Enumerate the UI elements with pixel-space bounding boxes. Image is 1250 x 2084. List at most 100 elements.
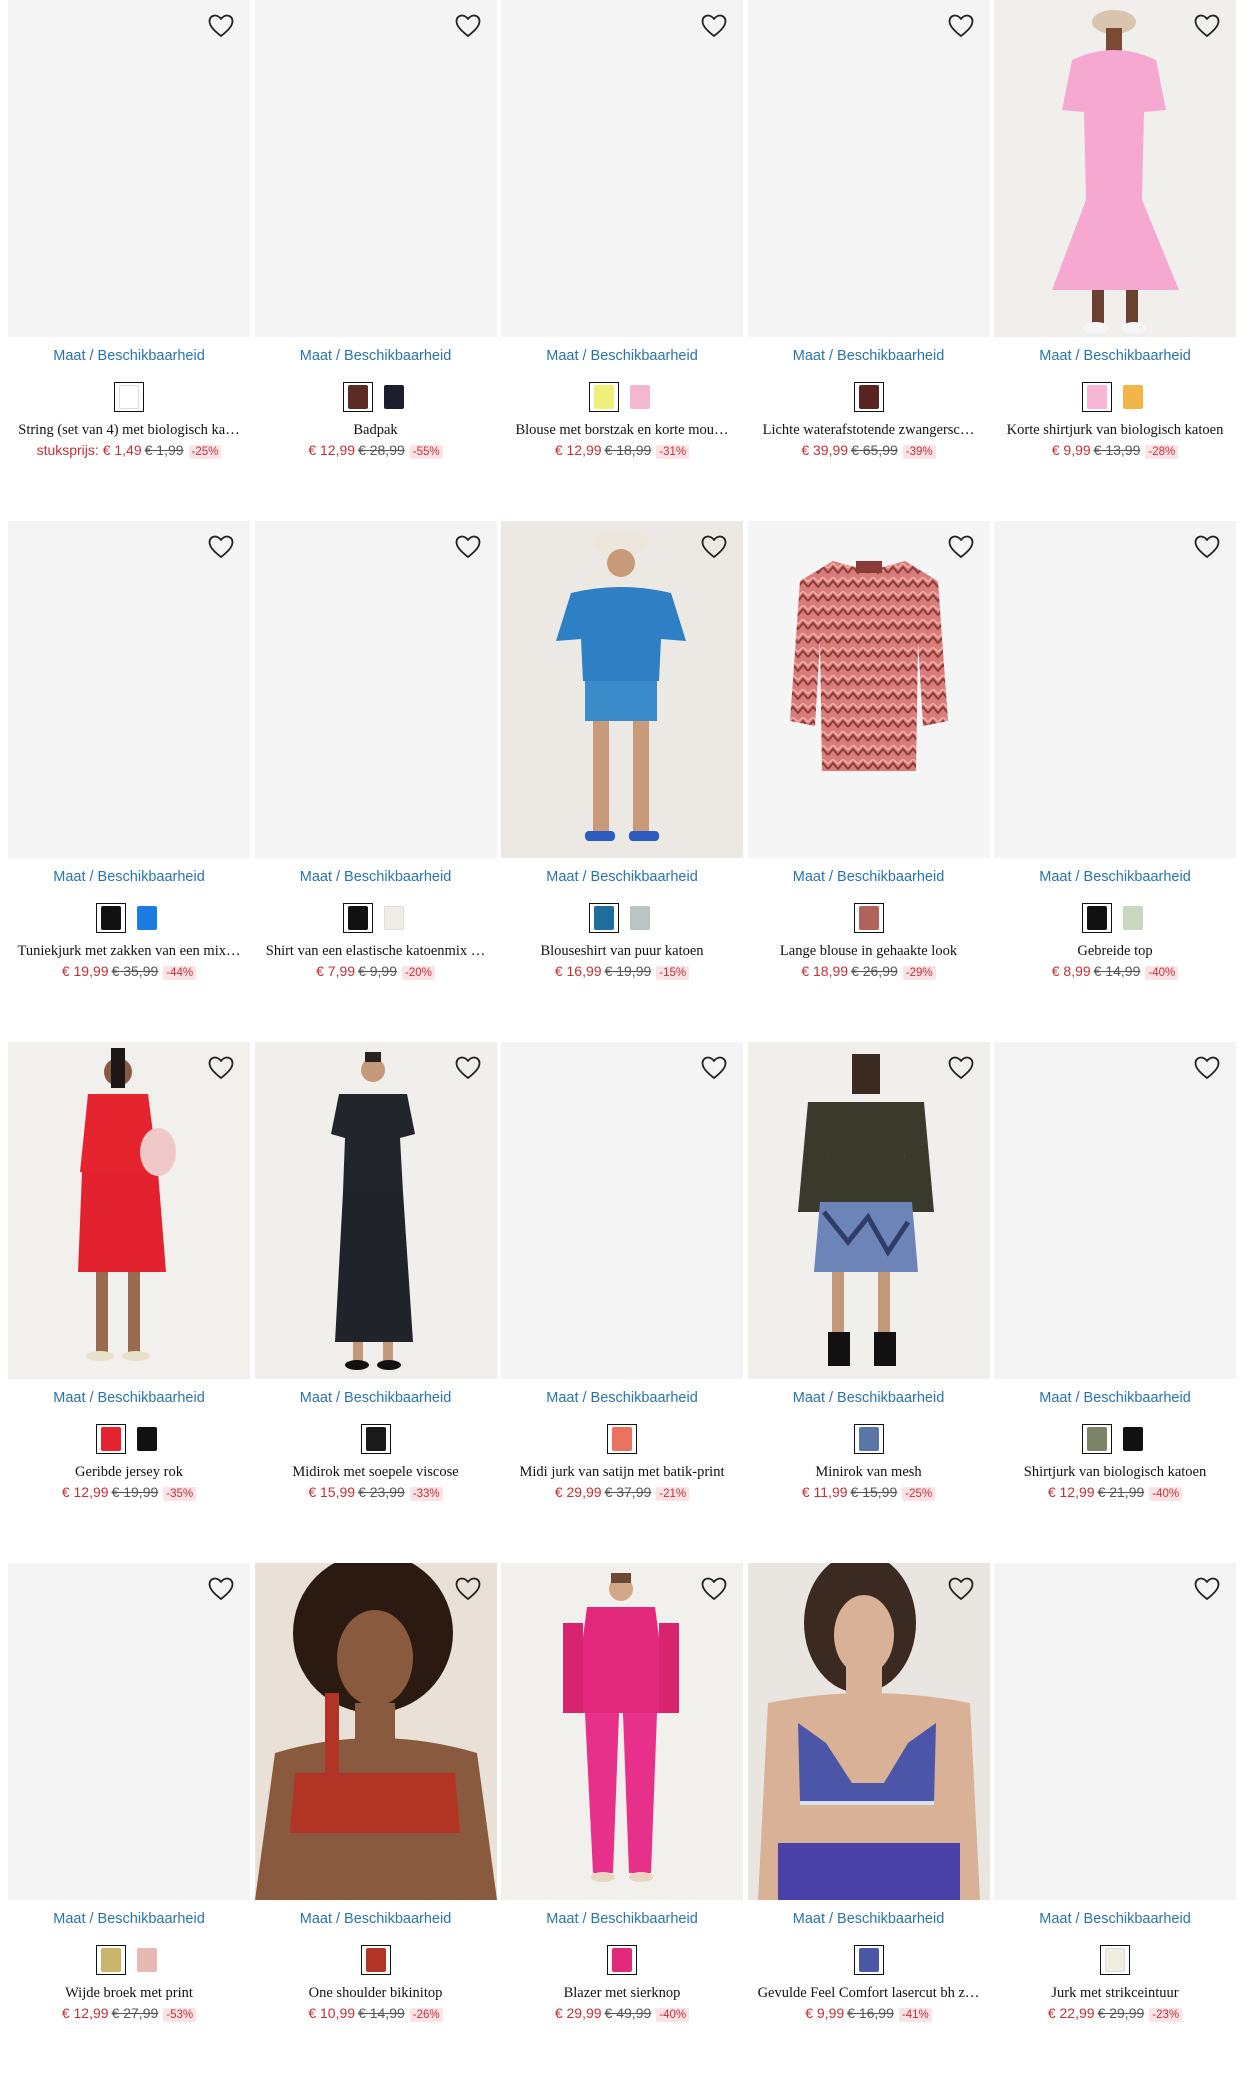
wishlist-heart-icon[interactable] [204,531,238,563]
wishlist-heart-icon[interactable] [697,1573,731,1605]
color-swatch[interactable] [379,382,409,412]
product-image[interactable] [501,1563,743,1900]
product-name[interactable]: Badpak [255,421,497,440]
product-name[interactable]: Midi jurk van satijn met batik-print [501,1463,743,1482]
product-image[interactable] [501,0,743,337]
size-availability-link[interactable]: Maat / Beschikbaarheid [255,869,497,886]
product-card[interactable]: Maat / Beschikbaarheid Gevulde Feel Comfo… [747,1563,990,2084]
product-card[interactable]: Maat / Beschikbaarheid Blazer met sierkno… [501,1563,743,2084]
product-image[interactable] [994,521,1236,858]
color-swatch[interactable] [96,903,126,933]
product-image[interactable] [747,1042,990,1379]
product-card[interactable]: Maat / Beschikbaarheid Tuniekjurk met zak… [8,521,250,1042]
color-swatch[interactable] [853,1424,884,1454]
product-card[interactable]: Maat / Beschikbaarheid Korte shirtjurk va… [994,0,1236,521]
product-name[interactable]: Blouse met borstzak en korte mou… [501,421,743,440]
size-availability-link[interactable]: Maat / Beschikbaarheid [8,1390,250,1407]
color-swatch[interactable] [342,903,373,933]
size-availability-link[interactable]: Maat / Beschikbaarheid [255,1390,497,1407]
wishlist-heart-icon[interactable] [1190,10,1224,42]
color-swatch[interactable] [132,903,162,933]
wishlist-heart-icon[interactable] [451,1573,485,1605]
color-swatch[interactable] [342,382,373,412]
product-card[interactable]: Maat / Beschikbaarheid Lange blouse in ge… [747,521,990,1042]
product-card[interactable]: Maat / Beschikbaarheid One shoulder bikin… [254,1563,497,2084]
color-swatch[interactable] [360,1945,391,1975]
size-availability-link[interactable]: Maat / Beschikbaarheid [994,1911,1236,1928]
wishlist-heart-icon[interactable] [204,10,238,42]
color-swatch[interactable] [625,903,655,933]
wishlist-heart-icon[interactable] [944,1052,978,1084]
color-swatch[interactable] [132,1945,162,1975]
color-swatch[interactable] [625,382,655,412]
color-swatch[interactable] [96,1424,126,1454]
product-name[interactable]: Blouseshirt van puur katoen [501,942,743,961]
product-name[interactable]: Minirok van mesh [748,1463,990,1482]
wishlist-heart-icon[interactable] [944,531,978,563]
product-image[interactable] [501,521,743,858]
product-name[interactable]: One shoulder bikinitop [255,1984,497,2003]
product-name[interactable]: Korte shirtjurk van biologisch katoen [994,421,1236,440]
wishlist-heart-icon[interactable] [1190,1052,1224,1084]
product-image[interactable] [254,0,497,337]
wishlist-heart-icon[interactable] [697,531,731,563]
color-swatch[interactable] [607,1424,637,1454]
product-name[interactable]: Shirtjurk van biologisch katoen [994,1463,1236,1482]
wishlist-heart-icon[interactable] [451,10,485,42]
product-image[interactable] [8,1563,250,1900]
size-availability-link[interactable]: Maat / Beschikbaarheid [255,1911,497,1928]
product-card[interactable]: Maat / Beschikbaarheid Blouseshirt van pu… [501,521,743,1042]
product-name[interactable]: Wijde broek met print [8,1984,250,2003]
product-name[interactable]: Tuniekjurk met zakken van een mix… [8,942,250,961]
product-card[interactable]: Maat / Beschikbaarheid Blouse met borstza… [501,0,743,521]
wishlist-heart-icon[interactable] [697,10,731,42]
wishlist-heart-icon[interactable] [1190,531,1224,563]
product-name[interactable]: Jurk met strikceintuur [994,1984,1236,2003]
wishlist-heart-icon[interactable] [697,1052,731,1084]
color-swatch[interactable] [1118,903,1148,933]
product-image[interactable] [747,521,990,858]
size-availability-link[interactable]: Maat / Beschikbaarheid [501,1390,743,1407]
size-availability-link[interactable]: Maat / Beschikbaarheid [8,869,250,886]
size-availability-link[interactable]: Maat / Beschikbaarheid [994,348,1236,365]
color-swatch[interactable] [379,903,409,933]
color-swatch[interactable] [853,903,884,933]
product-name[interactable]: Shirt van een elastische katoenmix … [255,942,497,961]
size-availability-link[interactable]: Maat / Beschikbaarheid [501,869,743,886]
product-image[interactable] [501,1042,743,1379]
product-card[interactable]: Maat / Beschikbaarheid Badpak € 12,99 € 28,… [254,0,497,521]
product-image[interactable] [254,1042,497,1379]
product-name[interactable]: Geribde jersey rok [8,1463,250,1482]
color-swatch[interactable] [853,1945,884,1975]
color-swatch[interactable] [1082,1424,1112,1454]
wishlist-heart-icon[interactable] [451,531,485,563]
size-availability-link[interactable]: Maat / Beschikbaarheid [748,1390,990,1407]
product-image[interactable] [254,521,497,858]
size-availability-link[interactable]: Maat / Beschikbaarheid [748,1911,990,1928]
color-swatch[interactable] [1082,382,1112,412]
product-image[interactable] [747,1563,990,1900]
wishlist-heart-icon[interactable] [944,1573,978,1605]
color-swatch[interactable] [1118,1424,1148,1454]
size-availability-link[interactable]: Maat / Beschikbaarheid [994,869,1236,886]
color-swatch[interactable] [589,382,619,412]
product-image[interactable] [994,1563,1236,1900]
product-card[interactable]: Maat / Beschikbaarheid Shirt van een elas… [254,521,497,1042]
size-availability-link[interactable]: Maat / Beschikbaarheid [501,1911,743,1928]
product-image[interactable] [8,521,250,858]
product-image[interactable] [994,1042,1236,1379]
wishlist-heart-icon[interactable] [204,1052,238,1084]
product-card[interactable]: Maat / Beschikbaarheid Minirok van mesh € … [747,1042,990,1563]
product-name[interactable]: Lange blouse in gehaakte look [748,942,990,961]
product-card[interactable]: Maat / Beschikbaarheid Gebreide top € 8,99… [994,521,1236,1042]
product-image[interactable] [747,0,990,337]
product-image[interactable] [8,0,250,337]
wishlist-heart-icon[interactable] [944,10,978,42]
product-card[interactable]: Maat / Beschikbaarheid Midirok met soepel… [254,1042,497,1563]
size-availability-link[interactable]: Maat / Beschikbaarheid [748,348,990,365]
product-card[interactable]: Maat / Beschikbaarheid Midi jurk van sati… [501,1042,743,1563]
size-availability-link[interactable]: Maat / Beschikbaarheid [748,869,990,886]
product-image[interactable] [254,1563,497,1900]
color-swatch[interactable] [360,1424,391,1454]
size-availability-link[interactable]: Maat / Beschikbaarheid [8,348,250,365]
